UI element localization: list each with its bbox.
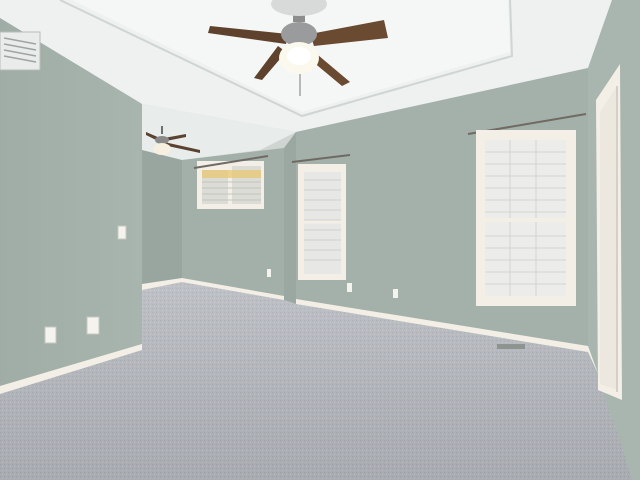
fan-light-glow [287,47,311,65]
room-photo [0,0,640,480]
light-switch [117,225,127,240]
right-door-opening [600,86,617,390]
back-room-left-wall [142,150,182,290]
partition-wall-edge [284,132,296,304]
wall-outlet-back-2 [393,289,398,298]
floor-vent [497,344,525,349]
back-room-window-glow [202,170,261,178]
wall-outlet-left-2 [86,316,100,335]
wall-outlet-back-room [267,269,271,277]
wall-outlet-left-1 [44,326,57,344]
wall-outlet-back-1 [347,283,352,292]
